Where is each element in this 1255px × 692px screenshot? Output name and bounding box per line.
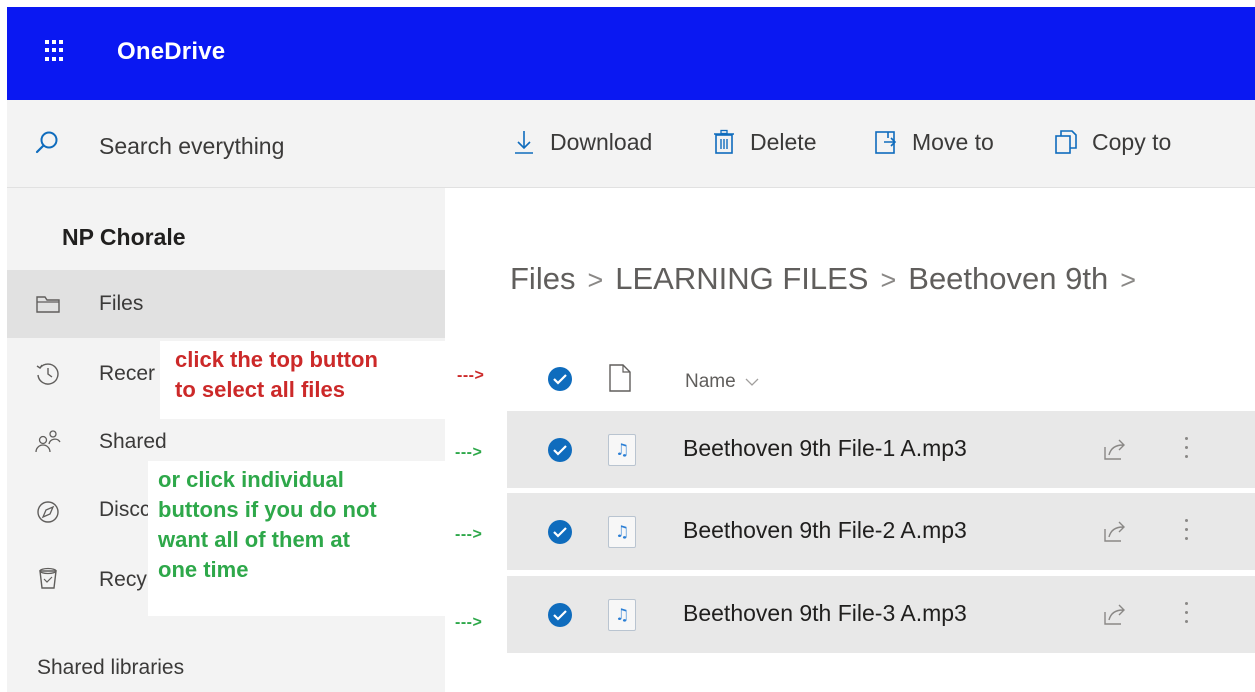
select-all-annotation: click the top button to select all files <box>160 341 445 419</box>
row-checkbox[interactable] <box>548 438 572 462</box>
table-row[interactable]: ♫ Beethoven 9th File-3 A.mp3 <box>507 576 1255 653</box>
checkmark-icon <box>553 374 567 385</box>
clock-icon <box>36 363 59 385</box>
name-column-header[interactable]: Name <box>685 371 759 393</box>
annotation-line: or click individual <box>158 467 344 492</box>
sidebar-item-label: Shared <box>99 430 167 453</box>
file-name[interactable]: Beethoven 9th File-1 A.mp3 <box>683 435 967 462</box>
annotation-arrow: ---> <box>457 367 485 384</box>
move-to-button[interactable]: Move to <box>872 128 994 156</box>
download-label: Download <box>550 128 653 155</box>
sidebar-item-label: Files <box>99 292 144 315</box>
annotation-line: buttons if you do not <box>158 497 377 522</box>
annotation-arrow: ---> <box>455 444 483 461</box>
delete-button[interactable]: Delete <box>710 128 816 156</box>
breadcrumb-separator: > <box>880 265 897 295</box>
checkmark-icon <box>553 445 567 456</box>
trash-icon <box>39 567 57 589</box>
breadcrumb-item-beethoven[interactable]: Beethoven 9th <box>908 261 1108 296</box>
audio-file-icon: ♫ <box>608 516 636 548</box>
audio-file-icon: ♫ <box>608 599 636 631</box>
select-all-checkbox[interactable] <box>548 367 572 391</box>
breadcrumb: Files > LEARNING FILES > Beethoven 9th > <box>510 261 1148 297</box>
app-title[interactable]: OneDrive <box>117 38 225 66</box>
breadcrumb-separator: > <box>1120 265 1136 295</box>
row-checkbox[interactable] <box>548 520 572 544</box>
move-to-icon <box>875 131 897 154</box>
annotation-line: want all of them at <box>158 527 350 552</box>
main-content: Files > LEARNING FILES > Beethoven 9th > Name… <box>445 189 1255 692</box>
breadcrumb-separator: > <box>587 265 604 295</box>
chevron-down-icon <box>745 378 759 386</box>
sidebar-item-label: Discc <box>99 498 151 521</box>
file-name[interactable]: Beethoven 9th File-2 A.mp3 <box>683 517 967 544</box>
search-icon[interactable] <box>34 130 60 156</box>
divider <box>7 187 445 188</box>
name-column-label: Name <box>685 371 736 392</box>
share-icon[interactable] <box>1101 435 1129 463</box>
file-name[interactable]: Beethoven 9th File-3 A.mp3 <box>683 600 967 627</box>
checkmark-icon <box>553 527 567 538</box>
download-button[interactable]: Download <box>510 128 652 156</box>
row-checkbox[interactable] <box>548 603 572 627</box>
copy-to-label: Copy to <box>1092 128 1172 155</box>
annotation-arrow: ---> <box>455 614 483 631</box>
breadcrumb-item-files[interactable]: Files <box>510 261 575 296</box>
individual-select-annotation: or click individual buttons if you do no… <box>148 461 445 616</box>
sidebar-item-label: Recer <box>99 362 156 385</box>
table-row[interactable]: ♫ Beethoven 9th File-2 A.mp3 <box>507 493 1255 570</box>
search-box[interactable]: Search everything <box>7 100 445 188</box>
list-header: Name <box>505 347 1255 413</box>
breadcrumb-item-learning-files[interactable]: LEARNING FILES <box>615 261 868 296</box>
annotation-arrow: ---> <box>455 526 483 543</box>
move-to-label: Move to <box>912 128 994 155</box>
checkmark-icon <box>553 610 567 621</box>
app-launcher-icon[interactable] <box>45 40 67 62</box>
command-bar: Download Delete Move to Copy to <box>445 100 1255 188</box>
suite-header: OneDrive <box>7 7 1255 100</box>
search-input[interactable]: Search everything <box>99 133 284 160</box>
table-row[interactable]: ♫ Beethoven 9th File-1 A.mp3 <box>507 411 1255 488</box>
people-icon <box>35 430 61 453</box>
annotation-line: to select all files <box>175 377 345 402</box>
shared-libraries-heading[interactable]: Shared libraries <box>37 656 184 680</box>
more-options-icon[interactable] <box>1182 596 1190 632</box>
delete-label: Delete <box>750 128 817 155</box>
more-options-icon[interactable] <box>1182 431 1190 467</box>
annotation-line: click the top button <box>175 347 378 372</box>
annotation-line: one time <box>158 557 249 582</box>
delete-icon <box>714 129 734 154</box>
compass-icon <box>37 501 59 523</box>
copy-to-icon <box>1055 130 1077 154</box>
folder-icon <box>36 296 60 313</box>
share-icon[interactable] <box>1101 517 1129 545</box>
sidebar-item-label: Recy <box>99 568 147 591</box>
file-type-icon[interactable] <box>608 363 632 393</box>
audio-file-icon: ♫ <box>608 434 636 466</box>
more-options-icon[interactable] <box>1182 513 1190 549</box>
share-icon[interactable] <box>1101 600 1129 628</box>
download-icon <box>515 131 533 154</box>
copy-to-button[interactable]: Copy to <box>1052 128 1171 156</box>
site-title: NP Chorale <box>62 224 186 250</box>
sidebar-item-files[interactable]: Files <box>7 270 445 338</box>
